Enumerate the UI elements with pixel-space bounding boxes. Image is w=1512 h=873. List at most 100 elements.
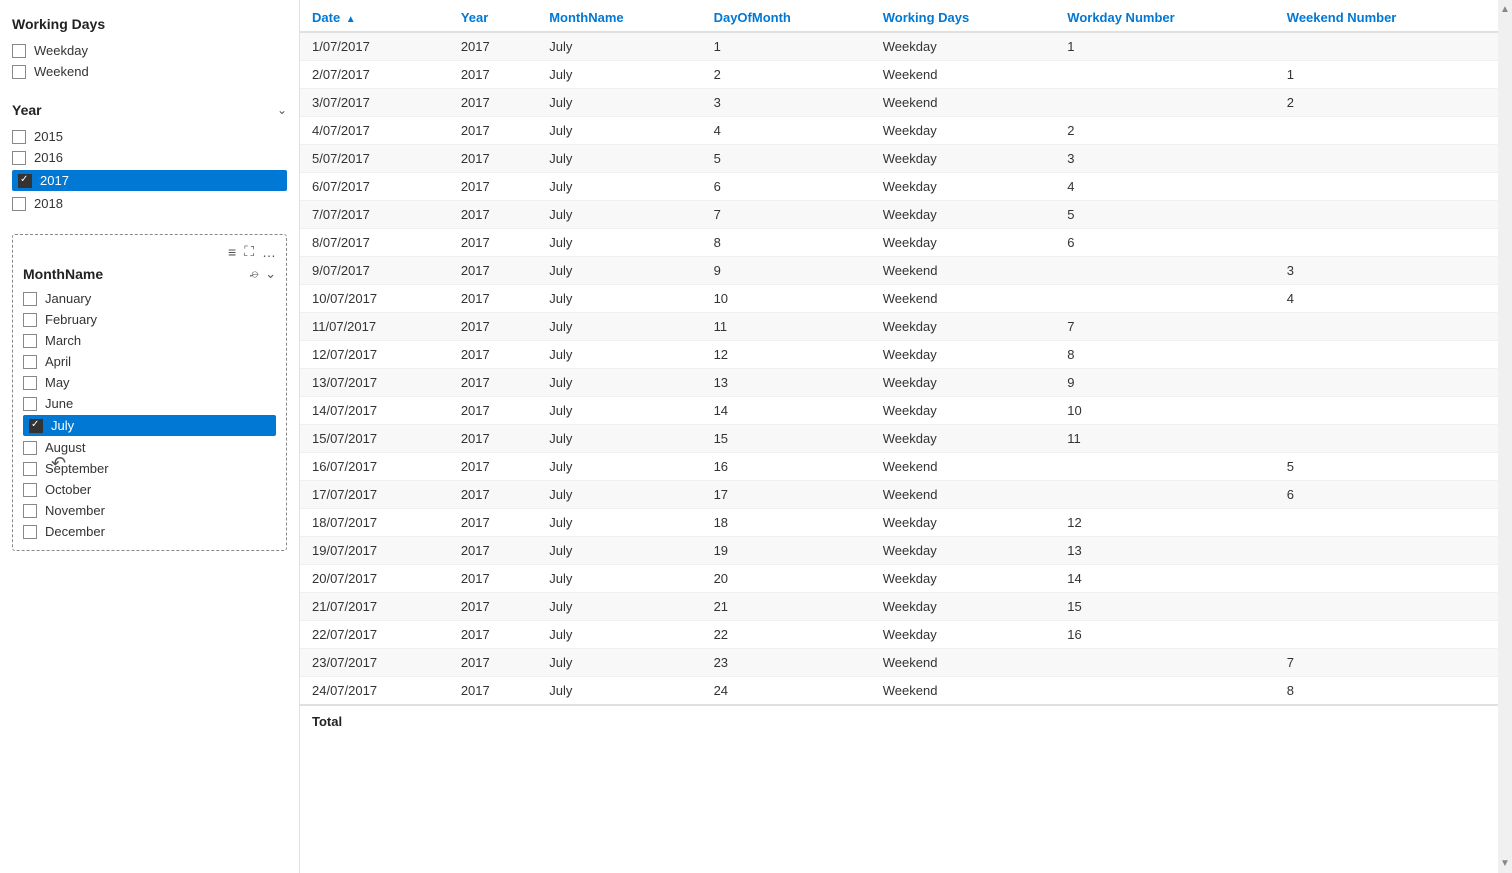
october-checkbox[interactable] [23, 483, 37, 497]
filter-icon[interactable]: ≡ [228, 244, 236, 260]
table-cell: 2017 [449, 229, 537, 257]
month-march[interactable]: March [23, 330, 276, 351]
table-cell [1275, 341, 1498, 369]
december-checkbox[interactable] [23, 525, 37, 539]
year-item-2015[interactable]: 2015 [12, 126, 287, 147]
col-weekendnumber[interactable]: Weekend Number [1275, 0, 1498, 32]
table-cell: 16 [1055, 621, 1275, 649]
year-filter-header: Year ⌄ [12, 102, 287, 118]
year-2015-label: 2015 [34, 129, 63, 144]
year-2015-checkbox[interactable] [12, 130, 26, 144]
january-checkbox[interactable] [23, 292, 37, 306]
total-day [702, 705, 871, 737]
scroll-down-arrow[interactable]: ▼ [1498, 856, 1512, 871]
col-workdaynumber[interactable]: Workday Number [1055, 0, 1275, 32]
month-december[interactable]: December [23, 521, 276, 542]
month-slicer-title: MonthName [23, 266, 103, 282]
month-february[interactable]: February [23, 309, 276, 330]
table-cell: Weekday [871, 425, 1056, 453]
weekend-label: Weekend [34, 64, 89, 79]
may-label: May [45, 375, 70, 390]
table-cell: Weekend [871, 481, 1056, 509]
col-dayofmonth[interactable]: DayOfMonth [702, 0, 871, 32]
september-checkbox[interactable] [23, 462, 37, 476]
clear-icon[interactable]: ⌮ [249, 266, 259, 282]
col-year[interactable]: Year [449, 0, 537, 32]
table-cell: 24 [702, 677, 871, 706]
table-cell [1055, 481, 1275, 509]
col-workingdays[interactable]: Working Days [871, 0, 1056, 32]
table-body: 1/07/20172017July1Weekday12/07/20172017J… [300, 32, 1498, 705]
table-cell: 4/07/2017 [300, 117, 449, 145]
table-cell: 14 [702, 397, 871, 425]
col-date[interactable]: Date ▲ [300, 0, 449, 32]
month-november[interactable]: November [23, 500, 276, 521]
year-dropdown-arrow[interactable]: ⌄ [277, 103, 287, 117]
weekend-checkbox-item[interactable]: Weekend [12, 61, 287, 82]
table-cell: Weekend [871, 453, 1056, 481]
table-row: 16/07/20172017July16Weekend5 [300, 453, 1498, 481]
table-cell: 2 [702, 61, 871, 89]
table-cell [1275, 145, 1498, 173]
table-cell: 2017 [449, 89, 537, 117]
year-item-2016[interactable]: 2016 [12, 147, 287, 168]
month-august[interactable]: August ↶ [23, 437, 276, 458]
weekend-checkbox[interactable] [12, 65, 26, 79]
table-cell: 21 [702, 593, 871, 621]
year-2018-label: 2018 [34, 196, 63, 211]
month-july[interactable]: July [23, 415, 276, 436]
june-checkbox[interactable] [23, 397, 37, 411]
month-january[interactable]: January [23, 288, 276, 309]
year-2018-checkbox[interactable] [12, 197, 26, 211]
table-cell: 2017 [449, 61, 537, 89]
table-cell [1275, 565, 1498, 593]
table-row: 12/07/20172017July12Weekday8 [300, 341, 1498, 369]
month-april[interactable]: April [23, 351, 276, 372]
august-checkbox[interactable] [23, 441, 37, 455]
table-cell: 16 [702, 453, 871, 481]
more-icon[interactable]: … [262, 244, 276, 260]
table-cell: 2017 [449, 537, 537, 565]
right-scrollbar[interactable]: ▲ ▼ [1498, 0, 1512, 873]
year-item-2018[interactable]: 2018 [12, 193, 287, 214]
month-dropdown-arrow[interactable]: ⌄ [265, 266, 276, 282]
table-row: 3/07/20172017July3Weekend2 [300, 89, 1498, 117]
table-cell: 21/07/2017 [300, 593, 449, 621]
table-cell: 2017 [449, 341, 537, 369]
table-cell [1055, 89, 1275, 117]
table-cell: Weekend [871, 61, 1056, 89]
weekday-checkbox[interactable] [12, 44, 26, 58]
year-item-2017[interactable]: 2017 [12, 170, 287, 191]
col-monthname[interactable]: MonthName [537, 0, 701, 32]
table-cell: 22 [702, 621, 871, 649]
scroll-up-arrow[interactable]: ▲ [1498, 2, 1512, 17]
november-checkbox[interactable] [23, 504, 37, 518]
table-cell: 15 [702, 425, 871, 453]
table-cell: July [537, 593, 701, 621]
table-cell: 3 [1055, 145, 1275, 173]
weekday-checkbox-item[interactable]: Weekday [12, 40, 287, 61]
year-2016-checkbox[interactable] [12, 151, 26, 165]
table-row: 20/07/20172017July20Weekday14 [300, 565, 1498, 593]
table-cell: Weekend [871, 257, 1056, 285]
working-days-filter: Working Days Weekday Weekend [12, 16, 287, 82]
month-october[interactable]: October [23, 479, 276, 500]
march-checkbox[interactable] [23, 334, 37, 348]
table-cell: July [537, 89, 701, 117]
view-icon[interactable]: ⛶ [244, 243, 254, 260]
month-june[interactable]: June [23, 393, 276, 414]
year-2017-checkbox[interactable] [18, 174, 32, 188]
table-footer: Total [300, 705, 1498, 737]
table-cell: 12/07/2017 [300, 341, 449, 369]
table-cell: July [537, 369, 701, 397]
table-cell: July [537, 229, 701, 257]
table-cell: Weekday [871, 32, 1056, 61]
table-cell [1275, 425, 1498, 453]
may-checkbox[interactable] [23, 376, 37, 390]
february-checkbox[interactable] [23, 313, 37, 327]
table-cell: 2017 [449, 397, 537, 425]
month-september[interactable]: September [23, 458, 276, 479]
month-may[interactable]: May [23, 372, 276, 393]
april-checkbox[interactable] [23, 355, 37, 369]
july-checkbox[interactable] [29, 419, 43, 433]
